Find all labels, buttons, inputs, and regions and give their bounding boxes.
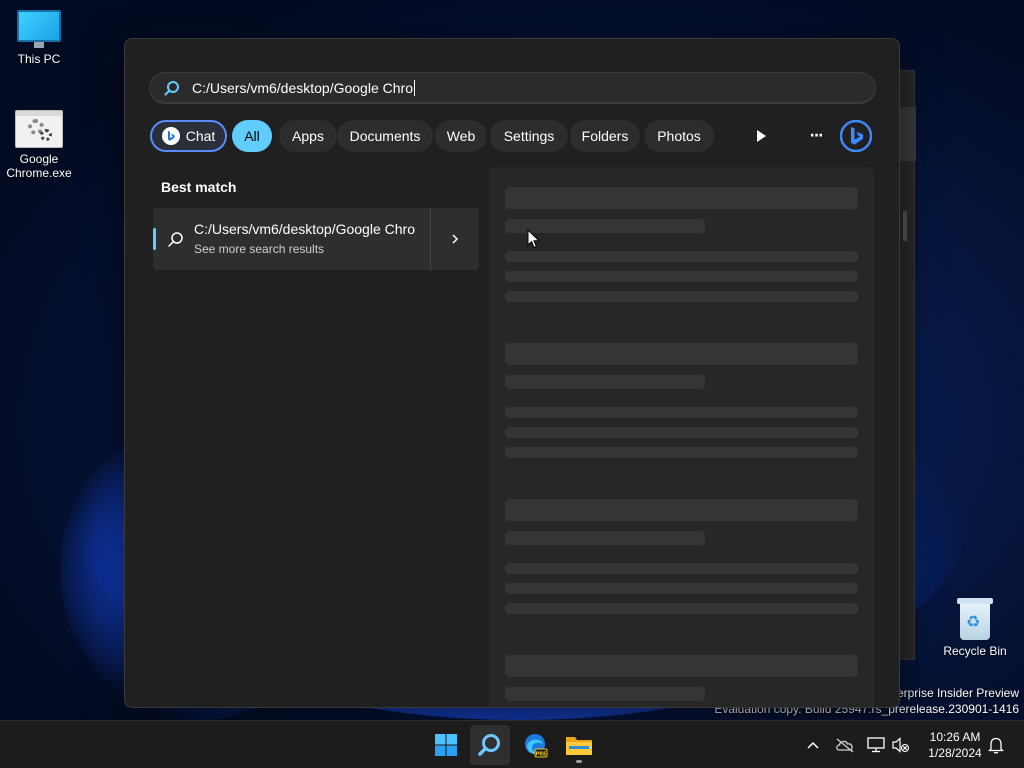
preview-pane-loading bbox=[489, 167, 874, 707]
desktop-icon-label: Recycle Bin bbox=[943, 644, 1007, 658]
skeleton-line bbox=[505, 563, 858, 574]
running-indicator bbox=[576, 760, 582, 763]
skeleton-line bbox=[505, 583, 858, 594]
filter-all[interactable]: All bbox=[232, 120, 272, 152]
skeleton-line bbox=[505, 407, 858, 418]
filter-chat[interactable]: Chat bbox=[150, 120, 227, 152]
filter-settings[interactable]: Settings bbox=[490, 120, 568, 152]
desktop-icon-recycle-bin[interactable]: ♻ Recycle Bin bbox=[937, 598, 1013, 658]
best-match-result[interactable]: C:/Users/vm6/desktop/Google Chro See mor… bbox=[153, 208, 479, 270]
start-button[interactable] bbox=[426, 725, 466, 765]
play-arrow-icon bbox=[757, 130, 766, 142]
bing-icon bbox=[839, 119, 873, 153]
desktop-icon-this-pc[interactable]: This PC bbox=[1, 10, 77, 66]
filter-label: Folders bbox=[581, 128, 629, 144]
best-match-heading: Best match bbox=[161, 179, 237, 195]
onedrive-button[interactable] bbox=[833, 733, 857, 757]
desktop-icon-chrome-exe[interactable]: Google Chrome.exe bbox=[1, 110, 77, 180]
bing-button[interactable] bbox=[839, 119, 873, 153]
onedrive-icon bbox=[836, 738, 854, 753]
network-icon bbox=[867, 737, 885, 753]
volume-muted-icon bbox=[892, 737, 910, 753]
search-box[interactable]: C:/Users/vm6/desktop/Google Chro bbox=[149, 72, 876, 104]
skeleton-heading bbox=[505, 187, 858, 209]
desktop-icon-label: Google Chrome.exe bbox=[6, 152, 72, 180]
taskbar-clock[interactable]: 10:26 AM 1/28/2024 bbox=[918, 729, 992, 761]
skeleton-line bbox=[505, 447, 858, 458]
expand-result-button[interactable] bbox=[431, 208, 479, 270]
notification-icon bbox=[988, 737, 1004, 754]
filter-photos[interactable]: Photos bbox=[644, 120, 714, 152]
search-icon bbox=[164, 81, 179, 96]
skeleton-line bbox=[505, 603, 858, 614]
bing-chat-icon bbox=[161, 127, 180, 145]
skeleton-line bbox=[505, 251, 858, 262]
chevron-up-icon bbox=[807, 741, 819, 749]
show-hidden-icons-button[interactable] bbox=[801, 733, 825, 757]
volume-button[interactable] bbox=[889, 733, 913, 757]
filter-apps[interactable]: Apps bbox=[279, 120, 337, 152]
taskbar-edge-dev-button[interactable]: PRE bbox=[515, 725, 555, 765]
notifications-button[interactable] bbox=[984, 733, 1008, 757]
start-icon bbox=[435, 734, 457, 756]
clock-time: 10:26 AM bbox=[929, 730, 981, 744]
filter-documents[interactable]: Documents bbox=[337, 120, 433, 152]
search-result-icon bbox=[168, 232, 183, 247]
skeleton-line bbox=[505, 271, 858, 282]
search-flyout: C:/Users/vm6/desktop/Google Chro Chat Al… bbox=[124, 38, 900, 708]
filter-bar: Chat All Apps Documents Web Settings Fol… bbox=[149, 119, 889, 153]
skeleton-heading bbox=[505, 343, 858, 365]
edge-dev-icon: PRE bbox=[525, 734, 548, 758]
filter-web[interactable]: Web bbox=[435, 120, 487, 152]
filter-label: Settings bbox=[503, 128, 555, 144]
skeleton-heading bbox=[505, 655, 858, 677]
selection-accent bbox=[153, 228, 156, 250]
skeleton-line bbox=[505, 427, 858, 438]
more-options-label: ··· bbox=[809, 128, 824, 144]
mouse-cursor-icon bbox=[527, 229, 541, 249]
filter-label: Documents bbox=[349, 128, 421, 144]
this-pc-icon bbox=[17, 10, 61, 48]
more-filters-arrow-button[interactable] bbox=[745, 120, 777, 152]
filter-label: Photos bbox=[657, 128, 701, 144]
skeleton-line bbox=[505, 291, 858, 302]
skeleton-subheading bbox=[505, 531, 705, 545]
filter-label: Web bbox=[446, 128, 476, 144]
recycle-bin-icon: ♻ bbox=[957, 598, 993, 640]
more-options-button[interactable]: ··· bbox=[800, 120, 832, 152]
taskbar-file-explorer-button[interactable] bbox=[559, 725, 599, 765]
svg-text:PRE: PRE bbox=[536, 751, 548, 757]
chevron-right-icon bbox=[452, 234, 459, 244]
search-icon bbox=[478, 734, 500, 756]
skeleton-subheading bbox=[505, 687, 705, 701]
network-button[interactable] bbox=[864, 733, 888, 757]
clock-date: 1/28/2024 bbox=[928, 746, 982, 760]
filter-label: All bbox=[244, 128, 260, 144]
skeleton-heading bbox=[505, 499, 858, 521]
filter-label: Apps bbox=[292, 128, 324, 144]
exe-file-icon bbox=[15, 110, 63, 148]
text-caret bbox=[413, 80, 415, 96]
file-explorer-icon bbox=[566, 737, 592, 755]
taskbar-search-button[interactable] bbox=[470, 725, 510, 765]
filter-folders[interactable]: Folders bbox=[570, 120, 640, 152]
result-subtitle: See more search results bbox=[194, 242, 325, 256]
desktop-icon-label: This PC bbox=[17, 52, 61, 66]
search-input[interactable]: C:/Users/vm6/desktop/Google Chro bbox=[192, 80, 415, 96]
taskbar: PRE 10:26 AM 1/28/2024 bbox=[0, 720, 1024, 768]
skeleton-subheading bbox=[505, 375, 705, 389]
filter-label: Chat bbox=[185, 128, 216, 144]
search-query: C:/Users/vm6/desktop/Google Chro bbox=[192, 80, 413, 96]
result-title: C:/Users/vm6/desktop/Google Chro bbox=[194, 221, 415, 237]
